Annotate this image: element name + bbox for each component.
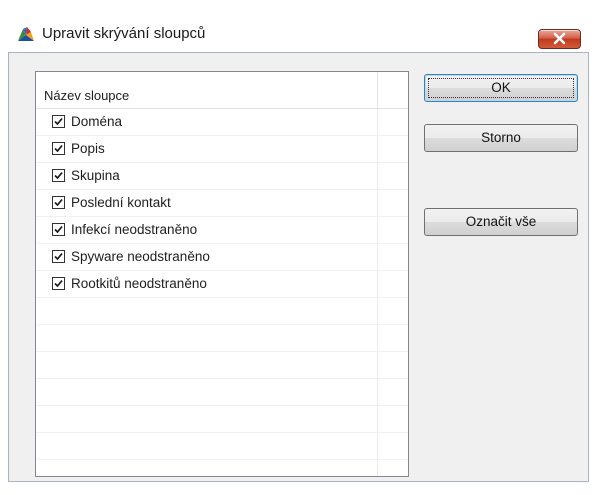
checkmark-icon [54, 198, 63, 207]
list-item[interactable]: Doména [36, 109, 408, 136]
window-title: Upravit skrývání sloupců [42, 25, 206, 42]
empty-row [36, 406, 408, 433]
title-bar[interactable]: Upravit skrývání sloupců [0, 0, 597, 52]
columns-list[interactable]: Název sloupce Doména Popis Skupina Poslední… [35, 71, 409, 477]
cancel-button-label: Storno [481, 130, 521, 145]
column-header-name[interactable]: Název sloupce [44, 88, 129, 103]
checkbox[interactable] [52, 115, 65, 128]
ok-button[interactable]: OK [424, 74, 578, 102]
focus-rect [428, 78, 574, 98]
empty-row [36, 433, 408, 460]
checkmark-icon [54, 252, 63, 261]
checkmark-icon [54, 144, 63, 153]
avg-app-icon [17, 26, 35, 42]
empty-row [36, 325, 408, 352]
list-item[interactable]: Infekcí neodstraněno [36, 217, 408, 244]
empty-row [36, 298, 408, 325]
checkmark-icon [54, 171, 63, 180]
list-item[interactable]: Skupina [36, 163, 408, 190]
list-item-label: Spyware neodstraněno [71, 249, 210, 264]
list-item[interactable]: Rootkitů neodstraněno [36, 271, 408, 298]
select-all-button[interactable]: Označit vše [424, 208, 578, 236]
dialog-window: Upravit skrývání sloupců Název sloupce D… [0, 0, 597, 495]
select-all-button-label: Označit vše [465, 214, 537, 229]
list-item[interactable]: Poslední kontakt [36, 190, 408, 217]
empty-row [36, 352, 408, 379]
close-icon [553, 32, 566, 45]
checkbox[interactable] [52, 142, 65, 155]
checkmark-icon [54, 117, 63, 126]
list-item-label: Poslední kontakt [71, 195, 171, 210]
checkbox[interactable] [52, 223, 65, 236]
list-item[interactable]: Spyware neodstraněno [36, 244, 408, 271]
checkbox[interactable] [52, 250, 65, 263]
list-item-label: Rootkitů neodstraněno [71, 276, 207, 291]
list-rows: Doména Popis Skupina Poslední kontakt Infekc… [36, 109, 408, 476]
cancel-button[interactable]: Storno [424, 124, 578, 152]
checkbox[interactable] [52, 169, 65, 182]
list-item-label: Infekcí neodstraněno [71, 222, 198, 237]
empty-row [36, 460, 408, 476]
close-button[interactable] [538, 29, 581, 49]
list-item[interactable]: Popis [36, 136, 408, 163]
checkbox[interactable] [52, 196, 65, 209]
checkmark-icon [54, 279, 63, 288]
checkmark-icon [54, 225, 63, 234]
list-header: Název sloupce [36, 72, 408, 109]
checkbox[interactable] [52, 277, 65, 290]
list-item-label: Popis [71, 141, 105, 156]
header-divider[interactable] [377, 72, 378, 108]
empty-row [36, 379, 408, 406]
list-item-label: Skupina [71, 168, 120, 183]
list-item-label: Doména [71, 114, 123, 129]
